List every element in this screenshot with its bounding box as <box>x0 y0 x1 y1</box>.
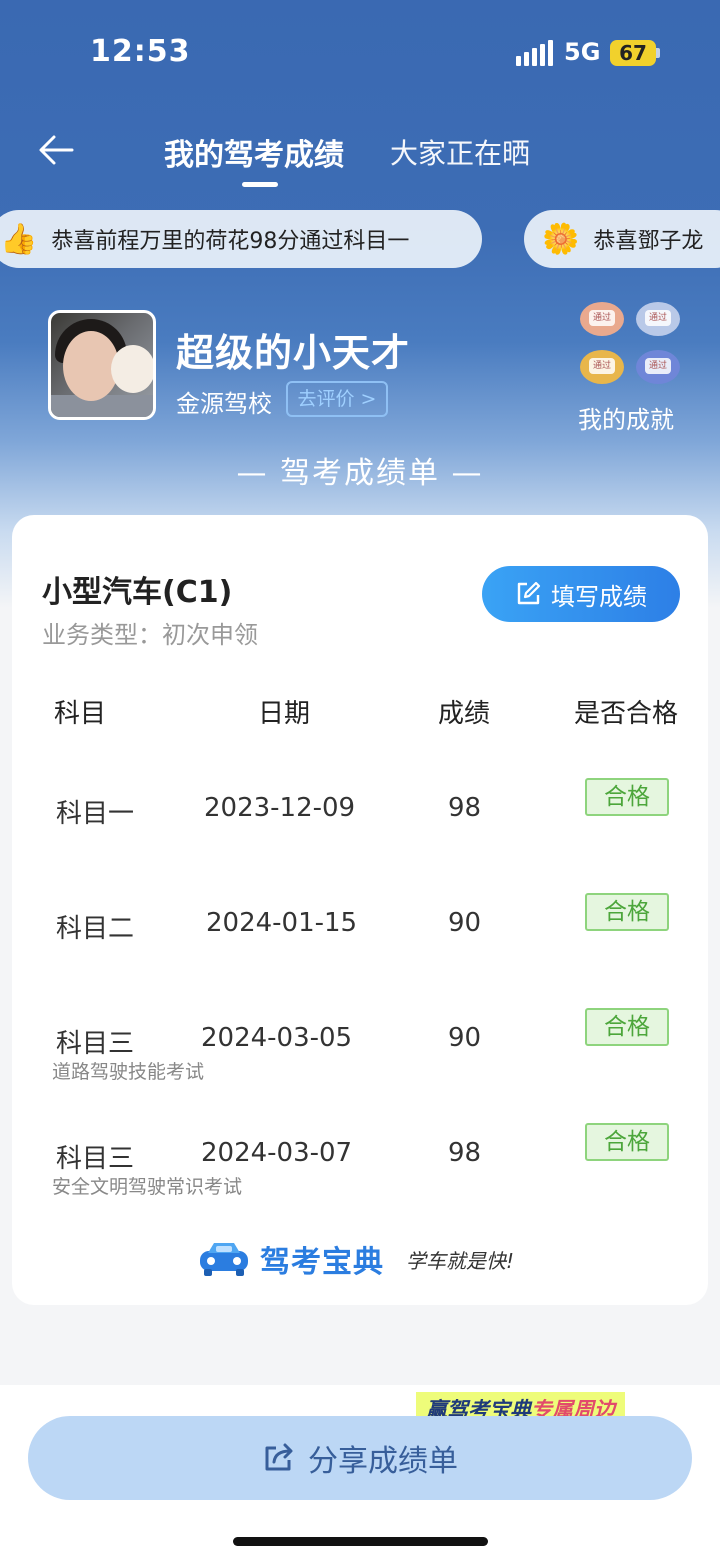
signal-icon <box>516 40 553 66</box>
battery-cap <box>656 48 660 58</box>
avatar[interactable] <box>48 310 156 420</box>
network-type: 5G <box>564 38 601 66</box>
business-type: 业务类型：初次申领 <box>42 621 258 649</box>
badge-icon: 通过 <box>580 302 624 336</box>
row-date: 2024-01-15 <box>206 908 358 938</box>
score-card: 小型汽车(C1) 业务类型：初次申领 填写成绩 科目 日期 成绩 是否合格 科目… <box>12 515 708 1305</box>
row-score: 90 <box>448 1023 482 1053</box>
status-bar: 12:53 5G 67 <box>0 0 720 100</box>
tab-indicator <box>242 182 278 187</box>
tab-everyone-sharing[interactable]: 大家正在晒 <box>390 132 530 172</box>
pass-badge: 合格 <box>585 778 669 816</box>
brand-name: 驾考宝典 <box>260 1245 384 1280</box>
user-name: 超级的小天才 <box>176 331 411 375</box>
my-achievements-link[interactable]: 我的成就 <box>578 400 674 435</box>
row-subject: 科目三 <box>56 1029 135 1059</box>
header-subject: 科目 <box>54 699 107 729</box>
tab-my-scores[interactable]: 我的驾考成绩 <box>164 130 344 174</box>
congrats-ticker-item: 👍 恭喜前程万里的荷花98分通过科目一 <box>0 210 482 268</box>
header-date: 日期 <box>258 699 311 729</box>
share-score-label: 分享成绩单 <box>308 1444 458 1479</box>
table-row: 科目三 2024-03-05 90 合格 道路驾驶技能考试 <box>12 1008 708 1103</box>
brand-logo: 驾考宝典 学车就是快! <box>196 1237 536 1283</box>
rate-school-button[interactable]: 去评价 > <box>286 381 388 417</box>
row-subject: 科目一 <box>56 799 135 829</box>
school-name: 金源驾校 <box>176 390 272 418</box>
car-logo-icon <box>200 1243 248 1276</box>
row-date: 2023-12-09 <box>204 793 356 823</box>
pass-badge: 合格 <box>585 893 669 931</box>
badge-icon: 通过 <box>636 350 680 384</box>
achievement-badges[interactable]: 通过 通过 通过 通过 <box>578 300 686 386</box>
row-score: 98 <box>448 793 482 823</box>
row-date: 2024-03-07 <box>201 1138 353 1168</box>
congrats-ticker-item: 🌼 恭喜鄧子龙 <box>524 210 720 268</box>
row-note: 道路驾驶技能考试 <box>52 1061 205 1083</box>
share-score-button[interactable]: 分享成绩单 <box>28 1416 692 1500</box>
row-note: 安全文明驾驶常识考试 <box>52 1176 243 1198</box>
status-time: 12:53 <box>90 34 191 69</box>
row-subject: 科目二 <box>56 914 135 944</box>
row-score: 98 <box>448 1138 482 1168</box>
badge-icon: 通过 <box>636 302 680 336</box>
fill-score-label: 填写成绩 <box>551 582 647 611</box>
pass-badge: 合格 <box>585 1123 669 1161</box>
row-score: 90 <box>448 908 482 938</box>
row-date: 2024-03-05 <box>201 1023 353 1053</box>
back-arrow-icon <box>39 135 74 165</box>
edit-icon <box>517 581 541 605</box>
license-type: 小型汽车(C1) <box>42 575 233 610</box>
table-row: 科目三 2024-03-07 98 合格 安全文明驾驶常识考试 <box>12 1123 708 1218</box>
home-indicator <box>233 1537 488 1546</box>
header-pass: 是否合格 <box>574 699 679 729</box>
flower-icon: 🌼 <box>542 221 580 257</box>
thumbs-up-icon: 👍 <box>0 221 38 257</box>
brand-slogan: 学车就是快! <box>406 1249 515 1273</box>
back-button[interactable] <box>36 130 80 170</box>
share-icon <box>265 1443 293 1471</box>
score-sheet-title: — 驾考成绩单 — <box>236 456 484 491</box>
ticker-text: 恭喜鄧子龙 <box>593 229 704 254</box>
ticker-text: 恭喜前程万里的荷花98分通过科目一 <box>51 229 410 254</box>
top-nav: 我的驾考成绩 大家正在晒 <box>0 110 720 200</box>
battery-icon: 67 <box>610 40 656 66</box>
header-score: 成绩 <box>438 699 491 729</box>
row-subject: 科目三 <box>56 1144 135 1174</box>
badge-icon: 通过 <box>580 350 624 384</box>
fill-score-button[interactable]: 填写成绩 <box>482 566 680 622</box>
table-row: 科目一 2023-12-09 98 合格 <box>12 778 708 873</box>
pass-badge: 合格 <box>585 1008 669 1046</box>
table-row: 科目二 2024-01-15 90 合格 <box>12 893 708 988</box>
